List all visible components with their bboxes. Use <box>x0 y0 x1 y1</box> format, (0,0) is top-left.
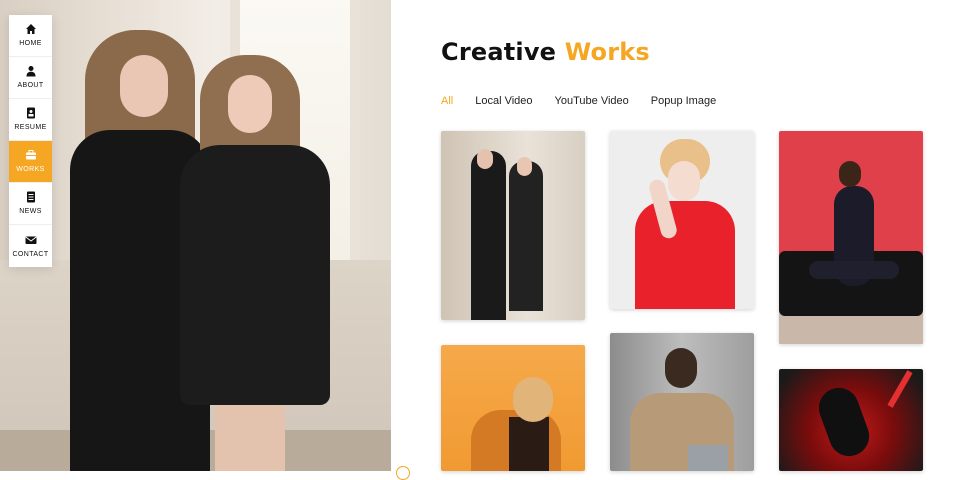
news-icon <box>25 191 37 203</box>
scroll-indicator-icon[interactable] <box>396 466 410 480</box>
thumb-face <box>477 149 493 169</box>
section-title: Creative Works <box>441 38 650 66</box>
home-icon <box>25 23 37 35</box>
resume-icon <box>25 107 37 119</box>
hero-person-1-face <box>120 55 168 117</box>
thumb-face <box>668 161 700 201</box>
thumb-figure <box>509 161 543 311</box>
portfolio-item-1[interactable] <box>441 131 585 320</box>
thumb-hair <box>513 377 553 422</box>
side-nav: HOME ABOUT RESUME WORKS NEWS CONTACT <box>9 15 52 267</box>
thumb-face <box>517 157 532 176</box>
section-title-accent: Works <box>564 38 650 66</box>
nav-item-about[interactable]: ABOUT <box>9 57 52 99</box>
filter-all[interactable]: All <box>441 95 453 107</box>
nav-label-contact: CONTACT <box>12 250 49 258</box>
nav-item-contact[interactable]: CONTACT <box>9 225 52 267</box>
nav-label-news: NEWS <box>19 208 42 215</box>
thumb-figure <box>471 151 506 320</box>
nav-label-home: HOME <box>19 40 42 47</box>
nav-label-about: ABOUT <box>17 82 44 89</box>
nav-item-works[interactable]: WORKS <box>9 141 52 183</box>
works-section: Creative Works All Local Video YouTube V… <box>391 0 980 471</box>
portfolio-item-4[interactable] <box>441 345 585 471</box>
portfolio-filters: All Local Video YouTube Video Popup Imag… <box>441 95 716 107</box>
thumb-streak <box>887 370 913 408</box>
thumb-head <box>665 348 697 388</box>
hero-person-2-body <box>180 145 330 405</box>
briefcase-icon <box>25 149 37 161</box>
thumb-top <box>509 417 549 471</box>
thumb-figure <box>813 382 875 462</box>
nav-item-home[interactable]: HOME <box>9 15 52 57</box>
nav-item-resume[interactable]: RESUME <box>9 99 52 141</box>
hero-image <box>0 0 391 471</box>
thumb-laptop <box>688 445 728 471</box>
portfolio-item-5[interactable] <box>610 333 754 471</box>
user-icon <box>25 65 37 77</box>
filter-popup-image[interactable]: Popup Image <box>651 95 716 107</box>
portfolio-item-6[interactable] <box>779 369 923 471</box>
filter-youtube-video[interactable]: YouTube Video <box>555 95 629 107</box>
hero-person-2-face <box>228 75 272 133</box>
nav-label-works: WORKS <box>16 166 45 173</box>
section-title-main: Creative <box>441 38 557 66</box>
envelope-icon <box>24 234 37 246</box>
nav-label-resume: RESUME <box>14 124 47 131</box>
filter-local-video[interactable]: Local Video <box>475 95 532 107</box>
portfolio-item-3[interactable] <box>779 131 923 344</box>
portfolio-item-2[interactable] <box>610 131 754 309</box>
nav-item-news[interactable]: NEWS <box>9 183 52 225</box>
thumb-legs <box>809 261 899 279</box>
thumb-head <box>839 161 861 187</box>
thumb-shirt <box>635 201 735 309</box>
